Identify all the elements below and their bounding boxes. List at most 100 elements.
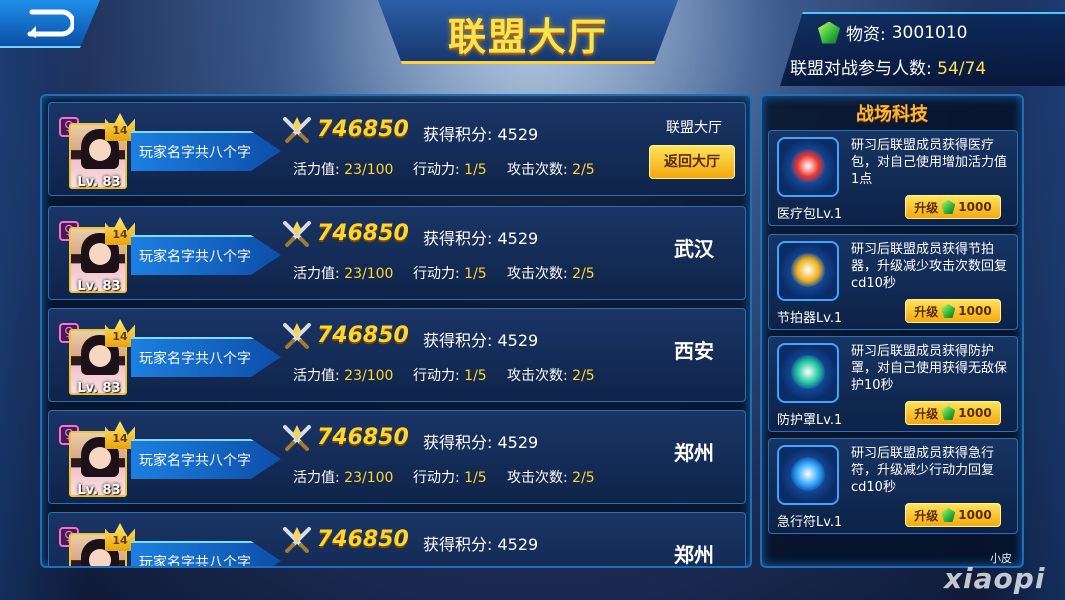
tech-item: 急行符Lv.1 研习后联盟成员获得急行符，升级减少行动力回复cd10秒 升级 1… <box>768 438 1018 534</box>
attack-label: 攻击次数: <box>507 368 568 384</box>
member-avatar[interactable]: ♀ 14 Lv. 83 <box>55 217 135 301</box>
player-level: Lv. 83 <box>77 175 121 190</box>
action-value: 1/5 <box>464 266 487 282</box>
crossed-swords-icon <box>283 221 311 247</box>
return-hall-button[interactable]: 返回大厅 <box>649 145 735 179</box>
action-stat: 行动力: 1/5 <box>413 159 487 179</box>
location-label: 联盟大厅 <box>666 120 722 136</box>
player-name: 玩家名字共八个字 <box>139 453 251 469</box>
tech-description: 研习后联盟成员获得节拍器，升级减少攻击次数回复cd10秒 <box>851 242 1008 291</box>
player-name: 玩家名字共八个字 <box>139 145 251 161</box>
upgrade-label: 升级 <box>914 200 939 215</box>
member-list[interactable]: ♀ 14 Lv. 83 玩家名字共八个字 746850 获得积分: 4529 活… <box>40 94 752 568</box>
vitality-label: 活力值: <box>293 162 340 178</box>
vitality-label: 活力值: <box>293 470 340 486</box>
attack-value: 2/5 <box>572 470 595 486</box>
gem-icon <box>941 200 956 214</box>
points-label: 获得积分: <box>423 125 493 144</box>
tech-name: 医疗包Lv.1 <box>777 207 843 222</box>
crossed-swords-icon <box>283 323 311 349</box>
action-label: 行动力: <box>413 470 460 486</box>
player-level: Lv. 83 <box>77 381 121 396</box>
materials-label: 物资: <box>846 25 886 45</box>
shield-icon[interactable] <box>777 343 839 403</box>
action-label: 行动力: <box>413 162 460 178</box>
member-row[interactable]: ♀ 14 Lv. 83 玩家名字共八个字 746850 获得积分: 4529 活… <box>48 410 746 504</box>
member-row[interactable]: ♀ 14 Lv. 83 玩家名字共八个字 746850 获得积分: 4529 活… <box>48 206 746 300</box>
member-avatar[interactable]: ♀ 14 Lv. 83 <box>55 319 135 403</box>
combat-power: 746850 <box>317 221 409 246</box>
battlefield-tech-panel: 战场科技 医疗包Lv.1 研习后联盟成员获得医疗包，对自己使用增加活力值1点 升… <box>760 94 1024 568</box>
member-avatar[interactable]: ♀ 14 Lv. 83 <box>55 421 135 505</box>
participants-value: 54/74 <box>937 59 987 79</box>
gem-icon <box>941 508 956 522</box>
player-level: Lv. 83 <box>77 279 121 294</box>
vitality-stat: 活力值: 23/100 <box>293 365 393 385</box>
combat-power: 746850 <box>317 527 409 552</box>
attack-stat: 攻击次数: 2/5 <box>507 365 595 385</box>
level-badge: 14 <box>112 228 128 241</box>
player-name: 玩家名字共八个字 <box>139 351 251 367</box>
tech-description: 研习后联盟成员获得医疗包，对自己使用增加活力值1点 <box>851 138 1008 187</box>
vitality-value: 23/100 <box>344 368 394 384</box>
participants-row: 联盟对战参与人数: 54/74 <box>790 54 986 79</box>
member-avatar[interactable]: ♀ 14 Lv. 83 <box>55 113 135 197</box>
combat-power: 746850 <box>317 323 409 348</box>
level-badge: 14 <box>112 124 128 137</box>
combat-power: 746850 <box>317 425 409 450</box>
back-button[interactable] <box>0 0 100 48</box>
tech-description: 研习后联盟成员获得防护罩，对自己使用获得无敌保护10秒 <box>851 344 1008 393</box>
member-avatar[interactable]: ♀ 14 Lv. 83 <box>55 523 135 566</box>
metronome-icon[interactable] <box>777 241 839 301</box>
crown-icon: 14 <box>105 113 135 141</box>
player-name: 玩家名字共八个字 <box>139 249 251 265</box>
attack-value: 2/5 <box>572 368 595 384</box>
crossed-swords-icon <box>283 425 311 451</box>
level-badge: 14 <box>112 330 128 343</box>
member-row[interactable]: ♀ 14 Lv. 83 玩家名字共八个字 746850 获得积分: 4529 活… <box>48 102 746 196</box>
tech-title: 战场科技 <box>856 104 928 125</box>
crown-icon: 14 <box>105 217 135 245</box>
upgrade-button[interactable]: 升级 1000 <box>905 195 1001 219</box>
tech-item: 防护罩Lv.1 研习后联盟成员获得防护罩，对自己使用获得无敌保护10秒 升级 1… <box>768 336 1018 432</box>
upgrade-button[interactable]: 升级 1000 <box>905 401 1001 425</box>
points-label: 获得积分: <box>423 535 493 554</box>
crown-icon: 14 <box>105 319 135 347</box>
tech-name: 防护罩Lv.1 <box>777 413 843 428</box>
medkit-icon[interactable] <box>777 137 839 197</box>
upgrade-label: 升级 <box>914 406 939 421</box>
materials-value: 3001010 <box>891 22 968 43</box>
points: 获得积分: 4529 <box>423 121 538 145</box>
dash-icon[interactable] <box>777 445 839 505</box>
member-row[interactable]: ♀ 14 Lv. 83 玩家名字共八个字 746850 获得积分: 4529 活… <box>48 512 746 568</box>
points-value: 4529 <box>497 229 539 248</box>
gem-icon <box>941 304 956 318</box>
vitality-label: 活力值: <box>293 368 340 384</box>
points-label: 获得积分: <box>423 331 493 350</box>
attack-label: 攻击次数: <box>507 162 568 178</box>
upgrade-button[interactable]: 升级 1000 <box>905 299 1001 323</box>
attack-value: 2/5 <box>572 162 595 178</box>
vitality-stat: 活力值: 23/100 <box>293 263 393 283</box>
upgrade-label: 升级 <box>914 508 939 523</box>
watermark-logo: xiaopi <box>944 562 1046 595</box>
member-row[interactable]: ♀ 14 Lv. 83 玩家名字共八个字 746850 获得积分: 4529 活… <box>48 308 746 402</box>
crossed-swords-icon <box>283 117 311 143</box>
attack-label: 攻击次数: <box>507 266 568 282</box>
points: 获得积分: 4529 <box>423 225 538 249</box>
tech-item: 节拍器Lv.1 研习后联盟成员获得节拍器，升级减少攻击次数回复cd10秒 升级 … <box>768 234 1018 330</box>
upgrade-button[interactable]: 升级 1000 <box>905 503 1001 527</box>
points-label: 获得积分: <box>423 433 493 452</box>
player-name: 玩家名字共八个字 <box>139 555 251 568</box>
level-badge: 14 <box>112 534 128 547</box>
attack-stat: 攻击次数: 2/5 <box>507 159 595 179</box>
tech-name: 节拍器Lv.1 <box>777 311 843 326</box>
vitality-stat: 活力值: 23/100 <box>293 159 393 179</box>
points: 获得积分: 4529 <box>423 531 538 555</box>
tech-name: 急行符Lv.1 <box>777 515 843 530</box>
action-stat: 行动力: 1/5 <box>413 263 487 283</box>
crossed-swords-icon <box>283 527 311 553</box>
player-level: Lv. 83 <box>77 483 121 498</box>
upgrade-cost: 1000 <box>958 508 992 522</box>
action-value: 1/5 <box>464 162 487 178</box>
